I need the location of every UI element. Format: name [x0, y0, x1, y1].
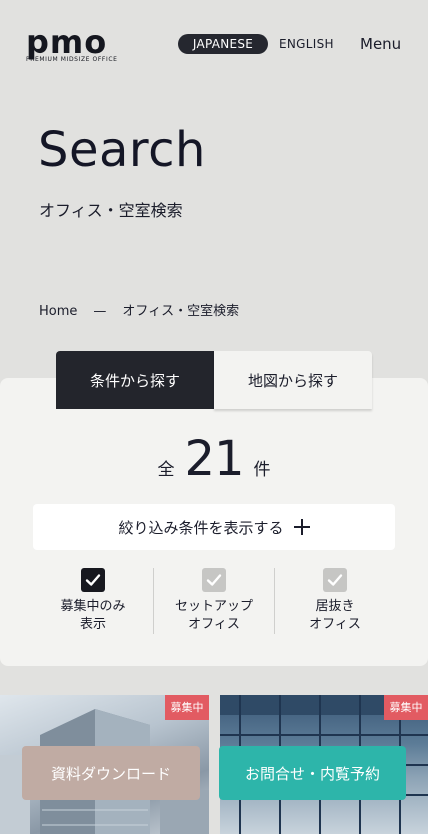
recruiting-badge: 募集中 [384, 695, 428, 720]
tab-search-by-conditions[interactable]: 条件から探す [56, 351, 214, 409]
menu-button[interactable]: Menu [360, 34, 401, 54]
pmo-logo[interactable]: pmo PREMIUM MIDSIZE OFFICE [26, 23, 138, 63]
checkbox-unchecked-icon[interactable] [323, 568, 347, 592]
page-subtitle: オフィス・空室検索 [39, 201, 183, 220]
checkbox-recruiting-only[interactable]: 募集中のみ 表示 [33, 568, 153, 634]
contact-viewing-button[interactable]: お問合せ・内覧予約 [219, 746, 406, 800]
breadcrumb-separator: — [93, 304, 107, 319]
result-count: 全 21 件 [0, 430, 428, 488]
recruiting-badge: 募集中 [165, 695, 209, 720]
breadcrumb-home-link[interactable]: Home [39, 302, 77, 322]
breadcrumb: Home — オフィス・空室検索 [39, 302, 239, 322]
show-filters-button[interactable]: 絞り込み条件を表示する [33, 504, 395, 550]
tab-search-by-map[interactable]: 地図から探す [214, 351, 372, 409]
site-header: pmo PREMIUM MIDSIZE OFFICE JAPANESE ENGL… [0, 0, 428, 88]
checkbox-unchecked-icon[interactable] [202, 568, 226, 592]
breadcrumb-current: オフィス・空室検索 [122, 304, 240, 319]
checkbox-checked-icon[interactable] [81, 568, 105, 592]
logo-wordmark: pmo [26, 23, 108, 61]
download-materials-button[interactable]: 資料ダウンロード [22, 746, 200, 800]
lang-english-button[interactable]: ENGLISH [279, 34, 334, 54]
plus-icon [293, 519, 310, 535]
count-number: 21 [184, 431, 244, 487]
page-title: Search [38, 122, 206, 178]
filter-checkboxes: 募集中のみ 表示 セットアップ オフィス 居抜き オフィス [33, 568, 395, 634]
count-prefix: 全 [157, 460, 175, 480]
checkbox-label: セットアップ オフィス [174, 599, 253, 632]
checkbox-label: 募集中のみ 表示 [60, 599, 126, 632]
search-tabs: 条件から探す 地図から探す [56, 351, 372, 409]
checkbox-setup-office[interactable]: セットアップ オフィス [153, 568, 274, 634]
show-filters-label: 絞り込み条件を表示する [118, 518, 284, 537]
checkbox-label: 居抜き オフィス [309, 599, 361, 632]
lang-japanese-button[interactable]: JAPANESE [178, 34, 268, 54]
count-suffix: 件 [253, 460, 271, 480]
checkbox-furnished-office[interactable]: 居抜き オフィス [274, 568, 395, 634]
logo-tagline: PREMIUM MIDSIZE OFFICE [26, 56, 118, 63]
